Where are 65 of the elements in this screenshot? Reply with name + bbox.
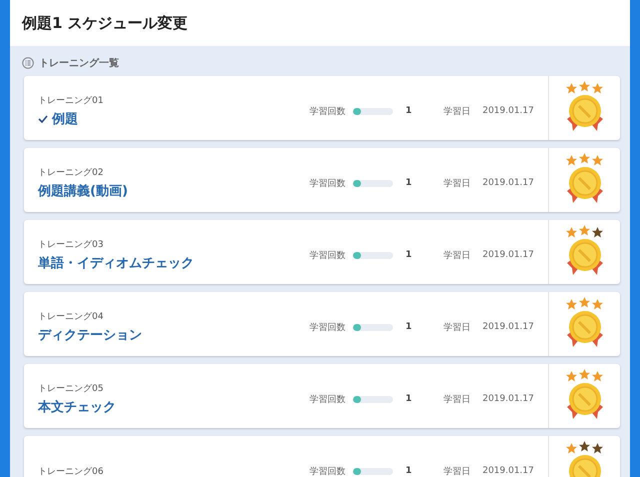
star-icon: [579, 225, 590, 236]
training-label: トレーニング04: [38, 311, 104, 323]
medal-icon: [566, 239, 602, 275]
date-label: 学習日: [443, 466, 470, 477]
count-value: 1: [405, 178, 413, 188]
date-label: 学習日: [443, 178, 470, 190]
training-title[interactable]: 例題: [52, 110, 78, 128]
star-icon: [566, 371, 577, 382]
star-icon: [579, 297, 590, 308]
training-title[interactable]: ディクテーション: [38, 326, 142, 344]
count-value: 1: [405, 466, 413, 476]
date-label: 学習日: [443, 394, 470, 406]
training-label: トレーニング01: [38, 95, 104, 107]
date-value: 2019.01.17: [482, 322, 534, 332]
training-label: トレーニング03: [38, 239, 104, 251]
count-label: 学習回数: [309, 322, 346, 334]
date-value: 2019.01.17: [482, 250, 534, 260]
star-icon: [566, 83, 577, 94]
date-label: 学習日: [443, 322, 470, 334]
date-value: 2019.01.17: [482, 394, 534, 404]
medal-icon: [566, 455, 602, 477]
page-title: 例題1 スケジュール変更: [22, 14, 188, 32]
count-value: 1: [405, 394, 413, 404]
star-icon: [566, 227, 577, 238]
count-value: 1: [405, 250, 413, 260]
medal-icon: [566, 95, 602, 131]
training-card[interactable]: トレーニング06 学習回数 1 学習日 2019.01.17: [24, 436, 620, 477]
count-label: 学習回数: [309, 178, 346, 190]
star-icon: [592, 155, 603, 166]
count-label: 学習回数: [309, 466, 346, 477]
date-value: 2019.01.17: [482, 466, 534, 476]
count-value: 1: [405, 322, 413, 332]
date-value: 2019.01.17: [482, 178, 534, 188]
date-label: 学習日: [443, 106, 470, 118]
star-icon: [579, 369, 590, 380]
training-title[interactable]: 本文チェック: [38, 398, 116, 416]
count-value: 1: [405, 106, 413, 116]
training-label: トレーニング06: [38, 466, 104, 477]
star-icon: [592, 299, 603, 310]
training-card[interactable]: トレーニング01 例題 学習回数 1 学習日 2019.01.17: [24, 76, 620, 140]
date-value: 2019.01.17: [482, 106, 534, 116]
medal-icon: [566, 311, 602, 347]
star-icon: [592, 83, 603, 94]
star-icon: [566, 299, 577, 310]
training-card[interactable]: トレーニング04 ディクテーション 学習回数 1 学習日 2019.01.17: [24, 292, 620, 356]
training-title[interactable]: 例題講義(動画): [38, 182, 128, 200]
training-card[interactable]: トレーニング05 本文チェック 学習回数 1 学習日 2019.01.17: [24, 364, 620, 428]
medal-icon: [566, 167, 602, 203]
count-label: 学習回数: [309, 250, 346, 262]
count-label: 学習回数: [309, 394, 346, 406]
training-label: トレーニング05: [38, 383, 104, 395]
medal-icon: [566, 383, 602, 419]
star-icon: [592, 371, 603, 382]
training-title[interactable]: 単語・イディオムチェック: [38, 254, 194, 272]
star-icon: [579, 153, 590, 164]
date-label: 学習日: [443, 250, 470, 262]
star-icon: [579, 81, 590, 92]
training-card[interactable]: トレーニング02 例題講義(動画) 学習回数 1 学習日 2019.01.17: [24, 148, 620, 212]
count-label: 学習回数: [309, 106, 346, 118]
list-icon: [22, 57, 34, 69]
training-card[interactable]: トレーニング03 単語・イディオムチェック 学習回数 1 学習日 2019.01.17: [24, 220, 620, 284]
star-icon: [566, 155, 577, 166]
section-title: トレーニング一覧: [39, 56, 119, 70]
training-label: トレーニング02: [38, 167, 104, 179]
star-icon: [566, 443, 577, 454]
